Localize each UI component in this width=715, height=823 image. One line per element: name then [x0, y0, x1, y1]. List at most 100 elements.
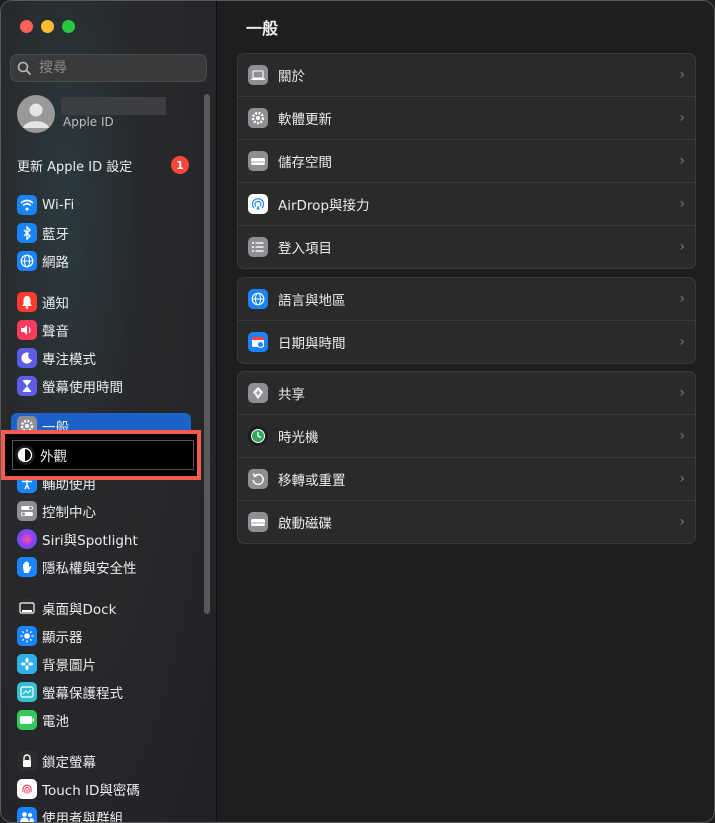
bluetooth-icon — [17, 223, 37, 243]
fingerprint-icon — [17, 779, 37, 799]
sidebar-item-siri-spotlight[interactable]: Siri與Spotlight — [11, 526, 191, 552]
row-date-time[interactable]: 日期與時間 › — [238, 321, 695, 363]
globe-icon — [17, 251, 37, 271]
chevron-right-icon: › — [679, 67, 685, 83]
sidebar-item-label: 隱私權與安全性 — [42, 561, 137, 577]
sidebar-item-appearance[interactable]: 外觀 — [9, 442, 189, 468]
sidebar-item-battery[interactable]: 電池 — [11, 707, 191, 733]
row-startup-disk[interactable]: 啟動磁碟 › — [238, 501, 695, 543]
row-transfer-reset[interactable]: 移轉或重置 › — [238, 458, 695, 501]
chevron-right-icon: › — [679, 291, 685, 307]
sidebar-item-lock-screen[interactable]: 鎖定螢幕 — [11, 748, 191, 774]
row-storage[interactable]: 儲存空間 › — [238, 140, 695, 183]
update-apple-id-label: 更新 Apple ID 設定 — [17, 159, 133, 175]
chevron-right-icon: › — [679, 196, 685, 212]
sidebar-item-label: 控制中心 — [42, 505, 96, 521]
users-icon — [17, 807, 37, 822]
speaker-icon — [17, 320, 37, 340]
hand-icon — [17, 557, 37, 577]
sidebar-item-wallpaper[interactable]: 背景圖片 — [11, 651, 191, 677]
row-label: 時光機 — [278, 430, 319, 446]
row-label: 啟動磁碟 — [278, 516, 332, 532]
row-language-region[interactable]: 語言與地區 › — [238, 278, 695, 321]
gear-badge-icon — [248, 108, 268, 128]
sidebar-item-label: 螢幕使用時間 — [42, 380, 123, 396]
apple-id-profile[interactable]: Apple ID — [17, 95, 197, 135]
chevron-right-icon: › — [679, 385, 685, 401]
highlight-annotation: 外觀 — [1, 430, 201, 480]
sidebar-item-label: 顯示器 — [42, 630, 83, 646]
update-apple-id-row[interactable]: 更新 Apple ID 設定 1 — [17, 155, 189, 175]
siri-icon — [17, 529, 37, 549]
sidebar-item-desktop-dock[interactable]: 桌面與Dock — [11, 595, 191, 621]
settings-group-2: 語言與地區 › 日期與時間 › — [237, 277, 696, 364]
sidebar-item-screen-saver[interactable]: 螢幕保護程式 — [11, 679, 191, 705]
sidebar-scrollbar[interactable] — [204, 94, 210, 614]
search-field[interactable] — [10, 54, 207, 82]
control-center-icon — [17, 501, 37, 521]
sidebar-item-network[interactable]: 網路 — [11, 248, 191, 274]
row-login-items[interactable]: 登入項目 › — [238, 226, 695, 268]
sidebar-item-bluetooth[interactable]: 藍牙 — [11, 220, 191, 246]
row-label: 語言與地區 — [278, 293, 346, 309]
close-window-button[interactable] — [20, 20, 33, 33]
hourglass-icon — [17, 376, 37, 396]
sidebar-item-label: 電池 — [42, 714, 69, 730]
time-machine-icon — [248, 426, 268, 446]
row-sharing[interactable]: 共享 › — [238, 372, 695, 415]
sidebar-item-label: 外觀 — [40, 449, 67, 465]
sidebar-item-notifications[interactable]: 通知 — [11, 289, 191, 315]
avatar — [17, 95, 55, 133]
sidebar-item-privacy-security[interactable]: 隱私權與安全性 — [11, 554, 191, 580]
page-title: 一般 — [246, 19, 279, 38]
sidebar-item-focus[interactable]: 專注模式 — [11, 345, 191, 371]
reset-icon — [248, 469, 268, 489]
row-about[interactable]: 關於 › — [238, 54, 695, 97]
drive-icon — [248, 151, 268, 171]
sidebar-item-control-center[interactable]: 控制中心 — [11, 498, 191, 524]
sidebar-item-label: Wi-Fi — [42, 197, 75, 213]
window-controls — [20, 20, 75, 33]
settings-group-1: 關於 › 軟體更新 › 儲存空間 › AirDrop與接力 › 登入項目 › — [237, 53, 696, 269]
chevron-right-icon: › — [679, 153, 685, 169]
search-icon — [17, 61, 31, 75]
sidebar: Apple ID 更新 Apple ID 設定 1 Wi-Fi 藍牙 網路 — [1, 1, 217, 822]
chevron-right-icon: › — [679, 334, 685, 350]
row-time-machine[interactable]: 時光機 › — [238, 415, 695, 458]
main-content: 一般 關於 › 軟體更新 › 儲存空間 › AirDrop與接力 › 登入項目 … — [217, 1, 714, 822]
chevron-right-icon: › — [679, 514, 685, 530]
chevron-right-icon: › — [679, 471, 685, 487]
sidebar-item-screen-time[interactable]: 螢幕使用時間 — [11, 373, 191, 399]
chevron-right-icon: › — [679, 110, 685, 126]
row-label: 登入項目 — [278, 241, 332, 257]
notification-badge: 1 — [171, 156, 189, 174]
sidebar-item-touch-id-password[interactable]: Touch ID與密碼 — [11, 776, 191, 802]
row-airdrop-handoff[interactable]: AirDrop與接力 › — [238, 183, 695, 226]
apple-id-label: Apple ID — [63, 115, 114, 129]
row-label: 儲存空間 — [278, 155, 332, 171]
battery-icon — [17, 710, 37, 730]
settings-window: Apple ID 更新 Apple ID 設定 1 Wi-Fi 藍牙 網路 — [0, 0, 715, 823]
row-software-update[interactable]: 軟體更新 › — [238, 97, 695, 140]
calendar-clock-icon — [248, 332, 268, 352]
sidebar-item-label: 藍牙 — [42, 227, 69, 243]
sidebar-item-label: 螢幕保護程式 — [42, 686, 123, 702]
minimize-window-button[interactable] — [41, 20, 54, 33]
sidebar-item-sound[interactable]: 聲音 — [11, 317, 191, 343]
zoom-window-button[interactable] — [62, 20, 75, 33]
sidebar-item-label: 通知 — [42, 296, 69, 312]
sidebar-item-label: Touch ID與密碼 — [42, 783, 140, 799]
sidebar-item-label: 聲音 — [42, 324, 69, 340]
list-icon — [248, 237, 268, 257]
sidebar-item-wifi[interactable]: Wi-Fi — [11, 192, 191, 218]
globe-icon — [248, 289, 268, 309]
sidebar-item-users-groups[interactable]: 使用者與群組 — [11, 804, 191, 823]
sidebar-item-displays[interactable]: 顯示器 — [11, 623, 191, 649]
dock-icon — [17, 598, 37, 618]
sidebar-item-label: 使用者與群組 — [42, 811, 123, 823]
sidebar-item-label: Siri與Spotlight — [42, 533, 138, 549]
startup-disk-icon — [248, 512, 268, 532]
screensaver-icon — [17, 682, 37, 702]
appearance-icon — [15, 445, 35, 465]
search-input[interactable] — [37, 59, 191, 77]
